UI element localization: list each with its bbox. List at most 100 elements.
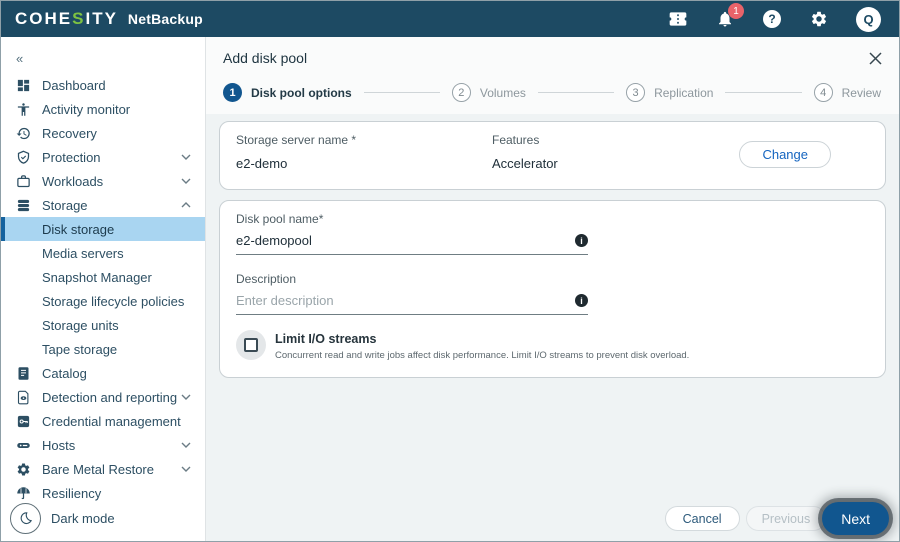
sidebar-item-label: Catalog <box>42 365 87 381</box>
collapse-chevrons-icon: « <box>16 50 24 66</box>
sidebar-item-label: Detection and reporting <box>42 389 178 405</box>
product-name: NetBackup <box>127 11 203 27</box>
topbar: COHESITY NetBackup 1 ? Q <box>1 1 899 37</box>
sidebar-item-label: Storage <box>42 197 88 213</box>
chevron-down-icon <box>181 178 191 184</box>
next-button[interactable]: Next <box>822 502 889 535</box>
sidebar-item-detection-and-reporting[interactable]: Detection and reporting <box>1 385 205 409</box>
dashboard-icon <box>15 77 31 93</box>
sidebar-item-disk-storage[interactable]: Disk storage <box>1 217 205 241</box>
sidebar-item-snapshot-manager[interactable]: Snapshot Manager <box>1 265 205 289</box>
chevron-down-icon <box>181 394 191 400</box>
features-label: Features <box>492 133 540 147</box>
limit-io-streams-row: Limit I/O streams Concurrent read and wr… <box>236 330 869 361</box>
storage-disks-icon <box>15 197 31 213</box>
disk-pool-name-label: Disk pool name* <box>236 212 324 226</box>
sidebar-item-label: Recovery <box>42 125 97 141</box>
notification-badge: 1 <box>728 3 744 19</box>
step-number: 3 <box>626 83 646 102</box>
sidebar-item-activity-monitor[interactable]: Activity monitor <box>1 97 205 121</box>
description-row: i <box>236 293 588 315</box>
limit-io-streams-label: Limit I/O streams <box>275 332 377 346</box>
recovery-icon <box>15 125 31 141</box>
sidebar-item-label: Dashboard <box>42 77 106 93</box>
step-review: 4 Review <box>813 83 881 102</box>
cancel-button[interactable]: Cancel <box>664 506 740 531</box>
sidebar-child-label: Media servers <box>42 245 124 261</box>
dark-mode-label: Dark mode <box>51 511 115 526</box>
disk-pool-name-input[interactable] <box>236 233 575 248</box>
sidebar-item-media-servers[interactable]: Media servers <box>1 241 205 265</box>
activity-monitor-icon <box>15 101 31 117</box>
catalog-book-icon <box>15 365 31 381</box>
hosts-server-icon <box>15 437 31 453</box>
step-label: Disk pool options <box>251 85 352 100</box>
features-value: Accelerator <box>492 156 558 171</box>
sidebar-item-label: Workloads <box>42 173 104 189</box>
sidebar-item-recovery[interactable]: Recovery <box>1 121 205 145</box>
info-icon[interactable]: i <box>575 234 588 247</box>
sidebar-child-label: Snapshot Manager <box>42 269 152 285</box>
step-number: 4 <box>813 83 833 102</box>
sidebar-collapse-button[interactable]: « <box>1 43 205 73</box>
chevron-down-icon <box>181 442 191 448</box>
disk-pool-form-card: Disk pool name* i Description i Limit I/… <box>219 200 886 378</box>
bare-metal-gear-icon <box>15 461 31 477</box>
dark-mode-toggle[interactable]: Dark mode <box>10 503 115 534</box>
step-connector <box>363 92 440 93</box>
brand-s: S <box>72 9 86 28</box>
description-input[interactable] <box>236 293 575 308</box>
sidebar-item-tape-storage[interactable]: Tape storage <box>1 337 205 361</box>
step-number: 2 <box>451 83 471 102</box>
close-icon[interactable] <box>867 50 883 66</box>
sidebar-item-catalog[interactable]: Catalog <box>1 361 205 385</box>
step-label: Volumes <box>479 85 526 100</box>
checkbox-icon <box>244 338 258 352</box>
step-connector <box>537 92 615 93</box>
sidebar-item-workloads[interactable]: Workloads <box>1 169 205 193</box>
topbar-actions: 1 ? Q <box>668 3 885 32</box>
storage-server-card: Storage server name * e2-demo Features A… <box>219 121 886 190</box>
step-connector <box>725 92 802 93</box>
step-disk-pool-options: 1 Disk pool options <box>223 83 352 102</box>
protection-shield-icon <box>15 149 31 165</box>
sidebar-item-bare-metal-restore[interactable]: Bare Metal Restore <box>1 457 205 481</box>
sidebar-item-label: Bare Metal Restore <box>42 461 154 477</box>
wizard-header: Add disk pool 1 Disk pool options 2 Volu… <box>206 37 899 114</box>
step-number: 1 <box>223 83 242 102</box>
sidebar-child-label: Tape storage <box>42 341 118 357</box>
previous-button[interactable]: Previous <box>745 506 827 531</box>
limit-io-streams-checkbox[interactable] <box>236 330 266 360</box>
sidebar-item-storage[interactable]: Storage <box>1 193 205 217</box>
step-label: Review <box>841 85 881 100</box>
limit-io-streams-help-text: Concurrent read and write jobs affect di… <box>275 350 690 361</box>
sidebar-item-storage-lifecycle-policies[interactable]: Storage lifecycle policies <box>1 289 205 313</box>
change-button[interactable]: Change <box>739 140 831 168</box>
wizard-footer: Cancel Previous Next <box>664 502 889 535</box>
info-icon[interactable]: i <box>575 294 588 307</box>
sidebar-child-label: Storage lifecycle policies <box>42 293 185 309</box>
notifications-bell-icon[interactable]: 1 <box>715 3 744 29</box>
sidebar-item-resiliency[interactable]: Resiliency <box>1 481 205 505</box>
step-label: Replication <box>654 85 714 100</box>
settings-gear-icon[interactable] <box>809 9 829 29</box>
sidebar-child-label: Disk storage <box>42 221 115 237</box>
sidebar-item-label: Credential management <box>42 413 181 429</box>
sidebar-item-dashboard[interactable]: Dashboard <box>1 73 205 97</box>
chevron-up-icon <box>181 202 191 208</box>
storage-server-name-value: e2-demo <box>236 156 288 171</box>
sidebar-item-credential-management[interactable]: Credential management <box>1 409 205 433</box>
sidebar-item-storage-units[interactable]: Storage units <box>1 313 205 337</box>
credential-key-icon <box>15 413 31 429</box>
help-icon[interactable]: ? <box>762 9 782 29</box>
sidebar-item-label: Hosts <box>42 437 76 453</box>
storage-server-name-label: Storage server name * <box>236 133 357 147</box>
resiliency-umbrella-icon <box>15 485 31 501</box>
sidebar-item-label: Protection <box>42 149 101 165</box>
sidebar-item-protection[interactable]: Protection <box>1 145 205 169</box>
user-avatar[interactable]: Q <box>856 6 881 32</box>
license-ticket-icon[interactable] <box>668 9 688 29</box>
detection-report-icon <box>15 389 31 405</box>
wizard-stepper: 1 Disk pool options 2 Volumes 3 Replicat… <box>223 83 883 102</box>
sidebar-item-hosts[interactable]: Hosts <box>1 433 205 457</box>
